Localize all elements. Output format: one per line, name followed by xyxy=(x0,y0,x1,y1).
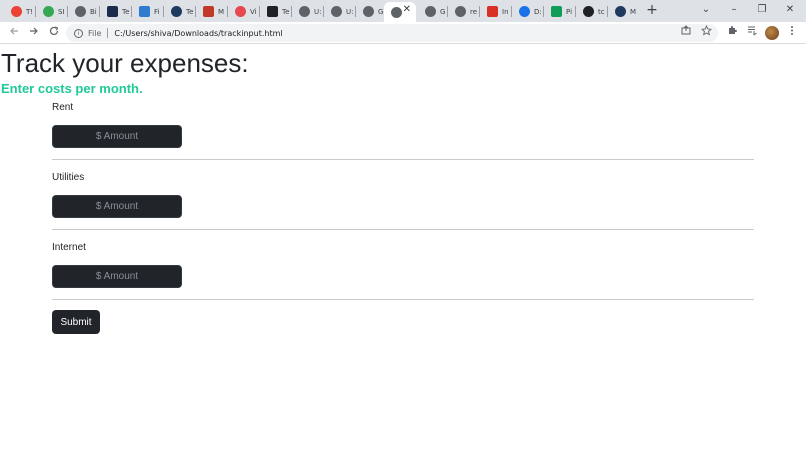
divider xyxy=(52,159,754,160)
tab-favicon-icon xyxy=(551,6,562,17)
extensions-icon[interactable] xyxy=(724,25,740,41)
tab-favicon-icon xyxy=(107,6,118,17)
arrow-left-icon xyxy=(10,27,18,35)
browser-tab[interactable]: Pi xyxy=(544,2,576,21)
divider xyxy=(52,229,754,230)
internet-label: Internet xyxy=(52,242,86,253)
browser-tab[interactable]: G xyxy=(418,2,448,21)
globe-icon xyxy=(299,6,310,17)
profile-avatar[interactable] xyxy=(765,26,779,40)
browser-tab[interactable]: Te xyxy=(164,2,196,21)
restore-button[interactable]: ❐ xyxy=(752,2,772,18)
browser-tab[interactable]: G xyxy=(356,2,384,21)
reading-list-icon[interactable] xyxy=(744,25,760,41)
back-button[interactable] xyxy=(6,25,22,41)
reload-button[interactable] xyxy=(46,25,62,41)
browser-toolbar: i File C:/Users/shiva/Downloads/trackinp… xyxy=(0,22,806,44)
browser-tab[interactable]: M xyxy=(608,2,640,21)
tab-favicon-icon xyxy=(43,6,54,17)
browser-tab[interactable]: Te xyxy=(260,2,292,21)
browser-tab[interactable]: Te xyxy=(100,2,132,21)
close-window-button[interactable]: ✕ xyxy=(780,2,800,18)
tab-favicon-icon xyxy=(519,6,530,17)
browser-tab[interactable]: In xyxy=(480,2,512,21)
tab-favicon-icon xyxy=(615,6,626,17)
minimize-button[interactable]: – xyxy=(724,2,744,18)
new-tab-button[interactable]: + xyxy=(644,2,660,18)
gmail-icon xyxy=(487,6,498,17)
divider xyxy=(52,299,754,300)
active-browser-tab[interactable]: ✕ xyxy=(384,2,416,22)
globe-icon xyxy=(331,6,342,17)
globe-icon xyxy=(363,6,374,17)
share-icon[interactable] xyxy=(678,25,694,41)
page-title: Track your expenses: xyxy=(1,48,249,78)
browser-tab[interactable]: re xyxy=(448,2,480,21)
browser-tab[interactable]: U: xyxy=(292,2,324,21)
utilities-label: Utilities xyxy=(52,172,85,183)
close-tab-icon[interactable]: ✕ xyxy=(403,4,411,15)
browser-tab[interactable]: Vi xyxy=(228,2,260,21)
tab-search-button[interactable]: ⌄ xyxy=(696,2,716,18)
browser-tab[interactable]: M xyxy=(196,2,228,21)
reload-icon xyxy=(49,26,59,36)
page-content: Track your expenses: Enter costs per mon… xyxy=(0,45,806,453)
rent-amount-input[interactable] xyxy=(52,125,182,148)
tab-strip: T! SI Bi Te Fi Te M Vi Te U: U: G ✕ G re… xyxy=(0,0,806,22)
scheme-label: File xyxy=(88,28,102,38)
page-subtitle: Enter costs per month. xyxy=(1,81,143,96)
tab-favicon-icon xyxy=(11,6,22,17)
bookmark-star-icon[interactable] xyxy=(698,24,714,41)
rent-label: Rent xyxy=(52,102,74,113)
address-bar[interactable]: i File C:/Users/shiva/Downloads/trackinp… xyxy=(66,24,718,42)
vscode-icon xyxy=(139,6,150,17)
globe-icon xyxy=(391,6,402,18)
utilities-amount-input[interactable] xyxy=(52,195,182,218)
info-icon[interactable]: i xyxy=(74,28,83,38)
browser-tab[interactable]: Fi xyxy=(132,2,164,21)
more-menu-icon[interactable] xyxy=(784,25,800,41)
globe-icon xyxy=(455,6,466,17)
arrow-right-icon xyxy=(30,27,38,35)
url-text[interactable]: C:/Users/shiva/Downloads/trackinput.html xyxy=(114,29,282,38)
browser-tab[interactable]: SI xyxy=(36,2,68,21)
github-icon xyxy=(583,6,594,17)
browser-tab[interactable]: Bi xyxy=(68,2,100,21)
browser-tab[interactable]: D: xyxy=(512,2,544,21)
forward-button[interactable] xyxy=(26,25,42,41)
globe-icon xyxy=(75,6,86,17)
tab-favicon-icon xyxy=(235,6,246,17)
internet-amount-input[interactable] xyxy=(52,265,182,288)
tab-favicon-icon xyxy=(171,6,182,17)
browser-tab[interactable]: tc xyxy=(576,2,608,21)
submit-button[interactable]: Submit xyxy=(52,310,100,334)
tab-favicon-icon xyxy=(203,6,214,17)
browser-tab[interactable]: T! xyxy=(4,2,36,21)
tab-favicon-icon xyxy=(267,6,278,17)
browser-tab[interactable]: U: xyxy=(324,2,356,21)
globe-icon xyxy=(425,6,436,17)
